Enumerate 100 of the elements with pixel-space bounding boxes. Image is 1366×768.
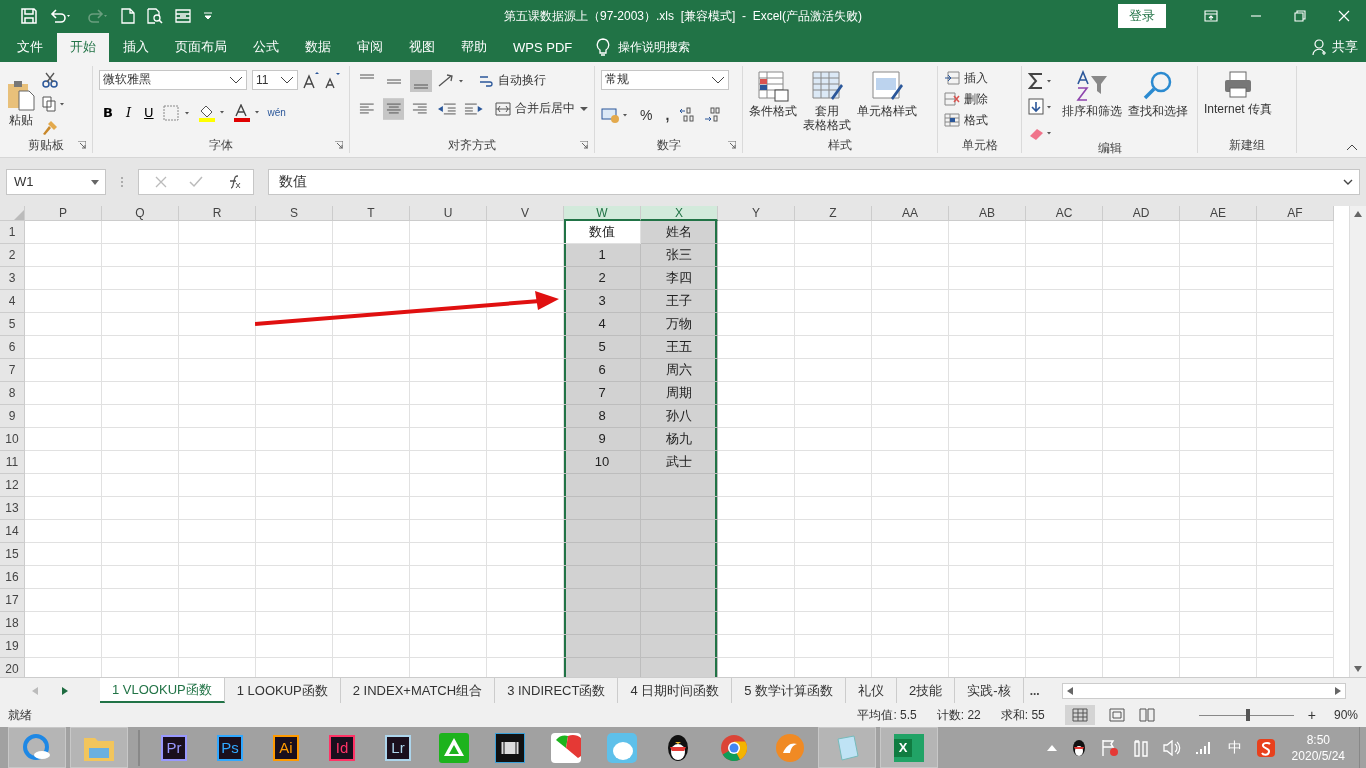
app-icon[interactable]: Lr <box>385 734 411 761</box>
app-icon[interactable]: Ai <box>273 734 299 761</box>
app-icon[interactable]: Pr <box>161 734 187 761</box>
caret-icon[interactable] <box>580 105 588 112</box>
expand-icon[interactable] <box>1343 178 1353 185</box>
cell-styles-button[interactable]: 单元格样式 <box>857 69 917 118</box>
align-bottom-icon[interactable] <box>410 69 432 92</box>
dropdown-icon[interactable] <box>229 75 243 84</box>
conditional-format-button[interactable]: 条件格式 <box>749 69 797 118</box>
collapse-ribbon-icon[interactable] <box>1346 142 1358 151</box>
ribbon-tab[interactable]: 插入 <box>111 32 161 62</box>
dropdown-icon[interactable] <box>91 179 99 185</box>
shrink-font-icon[interactable] <box>324 70 340 89</box>
ribbon-tab[interactable]: 数据 <box>293 32 343 62</box>
row-header[interactable]: 6 <box>0 335 25 359</box>
row-header[interactable]: 10 <box>0 427 25 451</box>
scroll-up-icon[interactable] <box>1353 209 1363 218</box>
find-select-button[interactable]: 查找和选择 <box>1128 69 1188 118</box>
underline-button[interactable]: U <box>140 105 158 121</box>
row-header[interactable]: 15 <box>0 542 25 566</box>
font-size-combo[interactable]: 11 <box>252 69 298 90</box>
form-icon[interactable] <box>175 8 191 25</box>
browser-app-icon[interactable] <box>8 727 66 768</box>
row-header[interactable]: 4 <box>0 289 25 313</box>
internet-fax-button[interactable]: Internet 传真 <box>1204 69 1273 116</box>
zoom-level[interactable]: 90% <box>1333 708 1358 723</box>
ribbon-tab[interactable]: 文件 <box>5 32 55 62</box>
row-header[interactable]: 1 <box>0 220 25 244</box>
row-header[interactable]: 13 <box>0 496 25 520</box>
row-header[interactable]: 19 <box>0 634 25 658</box>
row-header[interactable]: 9 <box>0 404 25 428</box>
sheet-tab[interactable]: 1 VLOOKUP函数 <box>100 678 225 704</box>
row-header[interactable]: 3 <box>0 266 25 290</box>
undo-icon[interactable] <box>49 8 73 25</box>
row-header[interactable]: 14 <box>0 519 25 543</box>
ribbon-tab[interactable]: 审阅 <box>345 32 395 62</box>
zoom-slider-thumb[interactable] <box>1246 708 1251 721</box>
dialog-launcher-icon[interactable] <box>580 140 588 149</box>
new-file-icon[interactable] <box>121 8 135 25</box>
flag-alert-icon[interactable] <box>1100 738 1119 757</box>
dialog-launcher-icon[interactable] <box>335 140 343 149</box>
dialog-launcher-icon[interactable] <box>78 140 86 149</box>
cut-icon[interactable] <box>42 72 58 89</box>
next-sheet-icon[interactable] <box>62 686 68 695</box>
insert-cells-button[interactable]: 插入 <box>944 69 1015 87</box>
person-icon[interactable] <box>1312 39 1328 56</box>
align-center-icon[interactable] <box>382 97 405 120</box>
scroll-right-icon[interactable] <box>1334 686 1342 697</box>
name-box[interactable]: W1 <box>6 168 106 195</box>
phonetic-button[interactable]: wén <box>267 107 286 119</box>
ribbon-display-icon[interactable] <box>1204 10 1218 23</box>
speaker-icon[interactable] <box>1162 739 1181 756</box>
sogou-icon[interactable] <box>1256 738 1275 757</box>
ribbon-tab[interactable]: 页面布局 <box>163 32 239 62</box>
sort-filter-button[interactable]: 排序和筛选 <box>1062 69 1122 118</box>
wrap-text-button[interactable]: 自动换行 <box>478 72 546 90</box>
normal-view-icon[interactable] <box>1064 705 1095 726</box>
paste-button[interactable]: 粘贴 <box>6 79 36 128</box>
formula-input[interactable]: 数值 <box>268 168 1360 195</box>
row-header[interactable]: 17 <box>0 588 25 612</box>
format-cells-button[interactable]: 格式 <box>944 111 1015 129</box>
print-preview-icon[interactable] <box>147 8 163 25</box>
penguin-tray-icon[interactable] <box>1070 738 1087 757</box>
horizontal-scrollbar[interactable] <box>1061 683 1346 700</box>
app-icon[interactable]: Ps <box>217 734 243 761</box>
row-header[interactable]: 8 <box>0 381 25 405</box>
row-header[interactable]: 7 <box>0 358 25 382</box>
row-header[interactable]: 12 <box>0 473 25 497</box>
page-break-icon[interactable] <box>1138 708 1155 723</box>
merge-center-button[interactable]: 合并后居中 <box>495 100 576 118</box>
row-header[interactable]: 16 <box>0 565 25 589</box>
row-header[interactable]: 5 <box>0 312 25 336</box>
more-tabs[interactable]: ... <box>1023 683 1046 698</box>
dropdown-icon[interactable] <box>280 75 294 84</box>
scroll-left-icon[interactable] <box>1065 686 1074 697</box>
ribbon-tab[interactable]: WPS PDF <box>501 32 585 62</box>
tell-me-search[interactable]: 操作说明搜索 <box>618 38 691 56</box>
dropdown-icon[interactable] <box>711 75 725 84</box>
font-name-combo[interactable]: 微软雅黑 <box>99 69 247 90</box>
dialog-launcher-icon[interactable] <box>728 140 736 149</box>
zoom-in-button[interactable]: + <box>1307 707 1316 724</box>
delete-cells-button[interactable]: 删除 <box>944 90 1015 108</box>
format-painter-icon[interactable] <box>42 120 58 137</box>
save-icon[interactable] <box>21 8 37 25</box>
percent-button[interactable]: % <box>636 106 657 123</box>
excel-app-icon[interactable]: X <box>880 727 938 768</box>
italic-button[interactable]: I <box>121 105 136 121</box>
row-header[interactable]: 11 <box>0 450 25 474</box>
share-button[interactable]: 共享 <box>1332 38 1358 57</box>
login-button[interactable]: 登录 <box>1118 4 1166 29</box>
show-hidden-icons[interactable] <box>1046 744 1057 751</box>
close-icon[interactable] <box>1338 10 1350 23</box>
grow-font-icon[interactable] <box>303 70 319 89</box>
restore-icon[interactable] <box>1294 10 1306 23</box>
signal-icon[interactable] <box>1194 740 1213 755</box>
number-format-combo[interactable]: 常规 <box>601 69 729 90</box>
row-header[interactable]: 18 <box>0 611 25 635</box>
ribbon-tab[interactable]: 视图 <box>397 32 447 62</box>
copy-icon[interactable] <box>42 96 66 113</box>
page-layout-icon[interactable] <box>1108 708 1125 723</box>
